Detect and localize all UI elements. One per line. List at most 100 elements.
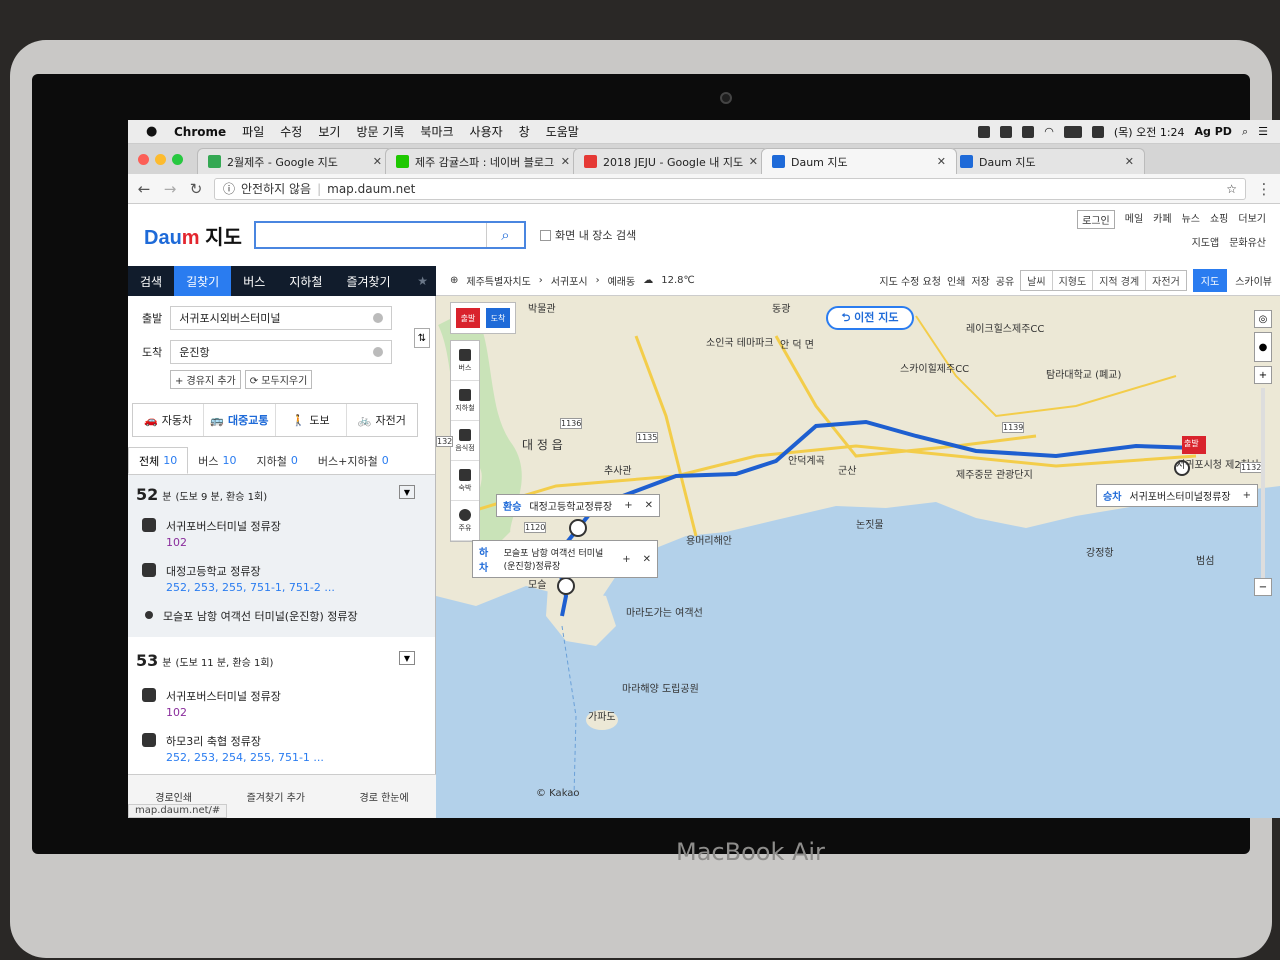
menu-chrome[interactable]: Chrome <box>174 125 226 139</box>
plus-icon[interactable]: + <box>622 554 630 565</box>
tab-daum-map-active[interactable]: Daum 지도 ✕ <box>761 148 957 174</box>
stop-lines[interactable]: 252, 253, 255, 751-1, 751-2 ... <box>166 581 335 594</box>
menu-bookmarks[interactable]: 북마크 <box>420 123 453 140</box>
apple-icon[interactable]: ● <box>146 124 160 139</box>
search-icon[interactable]: ⌕ <box>485 223 524 247</box>
route-option-2[interactable]: 53 분 (도보 11 분, 환승 1회) ▼ 서귀포버스터미널 정류장 102 … <box>128 637 435 764</box>
chat-icon[interactable] <box>1022 125 1035 138</box>
close-icon[interactable]: ✕ <box>643 554 651 565</box>
layer-weather[interactable]: 날씨 <box>1021 271 1053 290</box>
stop-lines[interactable]: 102 <box>166 536 281 549</box>
star-icon[interactable]: ★ <box>417 274 436 288</box>
alight-marker[interactable] <box>557 577 575 595</box>
input-method-icon[interactable] <box>1091 125 1104 138</box>
link-news[interactable]: 뉴스 <box>1182 210 1200 229</box>
alight-popup[interactable]: 하차 모슬포 남항 여객선 터미널(운진항)정류장 + ✕ <box>472 540 658 578</box>
nav-subway[interactable]: 지하철 <box>277 266 334 296</box>
bookmark-star-icon[interactable]: ☆ <box>1226 182 1237 196</box>
mode-bike[interactable]: 🚲 자전거 <box>347 404 417 436</box>
board-popup[interactable]: 승차 서귀포버스터미널정류장 + <box>1096 484 1258 507</box>
tab-naver-blog[interactable]: 제주 감귤스파 : 네이버 블로그검색 ✕ <box>385 148 581 174</box>
menu-people[interactable]: 사용자 <box>470 123 503 140</box>
menu-file[interactable]: 파일 <box>242 123 264 140</box>
transfer-popup[interactable]: 환승 대정고등학교정류장 + ✕ <box>496 494 660 517</box>
origin-field[interactable]: 서귀포시외버스터미널 <box>170 306 393 330</box>
start-flag-button[interactable]: 출발 <box>456 308 480 328</box>
spotlight-icon[interactable]: ⌕ <box>1242 125 1248 139</box>
layer-bicycle[interactable]: 자전거 <box>1146 271 1186 290</box>
filter-subway[interactable]: 지하철 0 <box>247 447 308 474</box>
camera-icon[interactable] <box>1000 125 1013 138</box>
notification-icon[interactable]: ☰ <box>1258 125 1268 138</box>
login-button[interactable]: 로그인 <box>1077 210 1115 229</box>
map-save[interactable]: 저장 <box>971 273 989 288</box>
poi-subway[interactable]: 지하철 <box>451 381 479 421</box>
search-input[interactable] <box>255 223 486 247</box>
wifi-icon[interactable]: ◠ <box>1044 125 1054 138</box>
stop-lines[interactable]: 252, 253, 254, 255, 751-1 ... <box>166 751 324 764</box>
nav-search[interactable]: 검색 <box>128 266 174 296</box>
transfer-marker[interactable] <box>569 519 587 537</box>
minimize-window-icon[interactable] <box>155 153 166 165</box>
forward-icon[interactable]: → <box>162 180 178 198</box>
map-share[interactable]: 공유 <box>996 273 1014 288</box>
clock[interactable]: (목) 오전 1:24 <box>1114 124 1185 140</box>
zoom-out-button[interactable]: − <box>1254 578 1272 596</box>
print-route-button[interactable]: 경로인쇄 <box>155 789 192 804</box>
map-edit-request[interactable]: 지도 수정 요청 <box>879 273 941 288</box>
url-text[interactable]: map.daum.net <box>327 182 415 196</box>
link-mail[interactable]: 메일 <box>1125 210 1143 229</box>
user-name[interactable]: Ag PD <box>1195 125 1232 138</box>
tab-close-icon[interactable]: ✕ <box>561 155 570 168</box>
zoom-slider[interactable] <box>1261 388 1265 578</box>
mode-walk[interactable]: 🚶 도보 <box>276 404 347 436</box>
swap-icon[interactable]: ⇅ <box>414 328 430 348</box>
facebook-icon[interactable] <box>978 125 991 138</box>
battery-icon[interactable] <box>1063 125 1082 138</box>
nav-bus[interactable]: 버스 <box>231 266 277 296</box>
menu-view[interactable]: 보기 <box>318 123 340 140</box>
url-field[interactable]: ⓘ 안전하지 않음 | map.daum.net ☆ <box>214 177 1246 200</box>
tab-google-maps[interactable]: 2월제주 - Google 지도 ✕ <box>197 148 393 174</box>
close-icon[interactable]: ✕ <box>645 500 653 511</box>
layer-cadastral[interactable]: 지적 경계 <box>1093 271 1147 290</box>
menu-edit[interactable]: 수정 <box>280 123 302 140</box>
clear-all-button[interactable]: ⟳ 모두지우기 <box>244 370 313 389</box>
tab-close-icon[interactable]: ✕ <box>749 155 758 168</box>
view-map[interactable]: 지도 <box>1192 269 1228 292</box>
menu-dots-icon[interactable]: ⋮ <box>1256 180 1272 198</box>
menu-window[interactable]: 창 <box>519 123 530 140</box>
map-print[interactable]: 인쇄 <box>947 273 965 288</box>
poi-bus[interactable]: 버스 <box>451 341 479 381</box>
link-more[interactable]: 더보기 <box>1238 210 1266 229</box>
add-waypoint-button[interactable]: + 경유지 추가 <box>170 370 241 389</box>
previous-map-button[interactable]: ⮌ 이전 지도 <box>826 306 914 330</box>
compass-icon[interactable]: ◎ <box>1254 310 1272 328</box>
menu-history[interactable]: 방문 기록 <box>356 123 404 140</box>
link-cafe[interactable]: 카페 <box>1153 210 1171 229</box>
zoom-in-button[interactable]: + <box>1254 366 1272 384</box>
poi-lodging[interactable]: 숙박 <box>451 461 479 501</box>
view-skyview[interactable]: 스카이뷰 <box>1227 269 1280 292</box>
map-canvas[interactable]: 출발 도착 버스 지하철 음식점 숙박 주유 ⮌ 이전 지도 동광 소인국 테마… <box>436 296 1280 818</box>
tab-google-mymaps[interactable]: 2018 JEJU - Google 내 지도 ✕ <box>573 148 769 174</box>
clear-icon[interactable] <box>373 347 384 357</box>
destination-field[interactable]: 운진항 <box>170 340 393 364</box>
end-flag-button[interactable]: 도착 <box>486 308 510 328</box>
layer-terrain[interactable]: 지형도 <box>1053 271 1094 290</box>
checkbox[interactable] <box>539 229 551 241</box>
tab-close-icon[interactable]: ✕ <box>1125 155 1134 168</box>
stop-lines[interactable]: 102 <box>166 706 281 719</box>
link-map-app[interactable]: 지도앱 <box>1192 234 1220 249</box>
info-icon[interactable]: ⓘ <box>223 180 235 197</box>
tab-daum-map[interactable]: Daum 지도 ✕ <box>949 148 1145 174</box>
tab-close-icon[interactable]: ✕ <box>937 155 946 168</box>
nav-favorites[interactable]: 즐겨찾기 <box>334 266 402 296</box>
region-select[interactable]: 제주특별자치도 <box>466 273 530 288</box>
close-window-icon[interactable] <box>138 153 149 165</box>
city-select[interactable]: 서귀포시 <box>551 273 588 288</box>
security-status[interactable]: 안전하지 않음 <box>241 180 311 197</box>
plus-icon[interactable]: + <box>624 500 632 511</box>
traffic-icon[interactable]: ● <box>1254 332 1272 362</box>
back-icon[interactable]: ← <box>136 180 152 198</box>
